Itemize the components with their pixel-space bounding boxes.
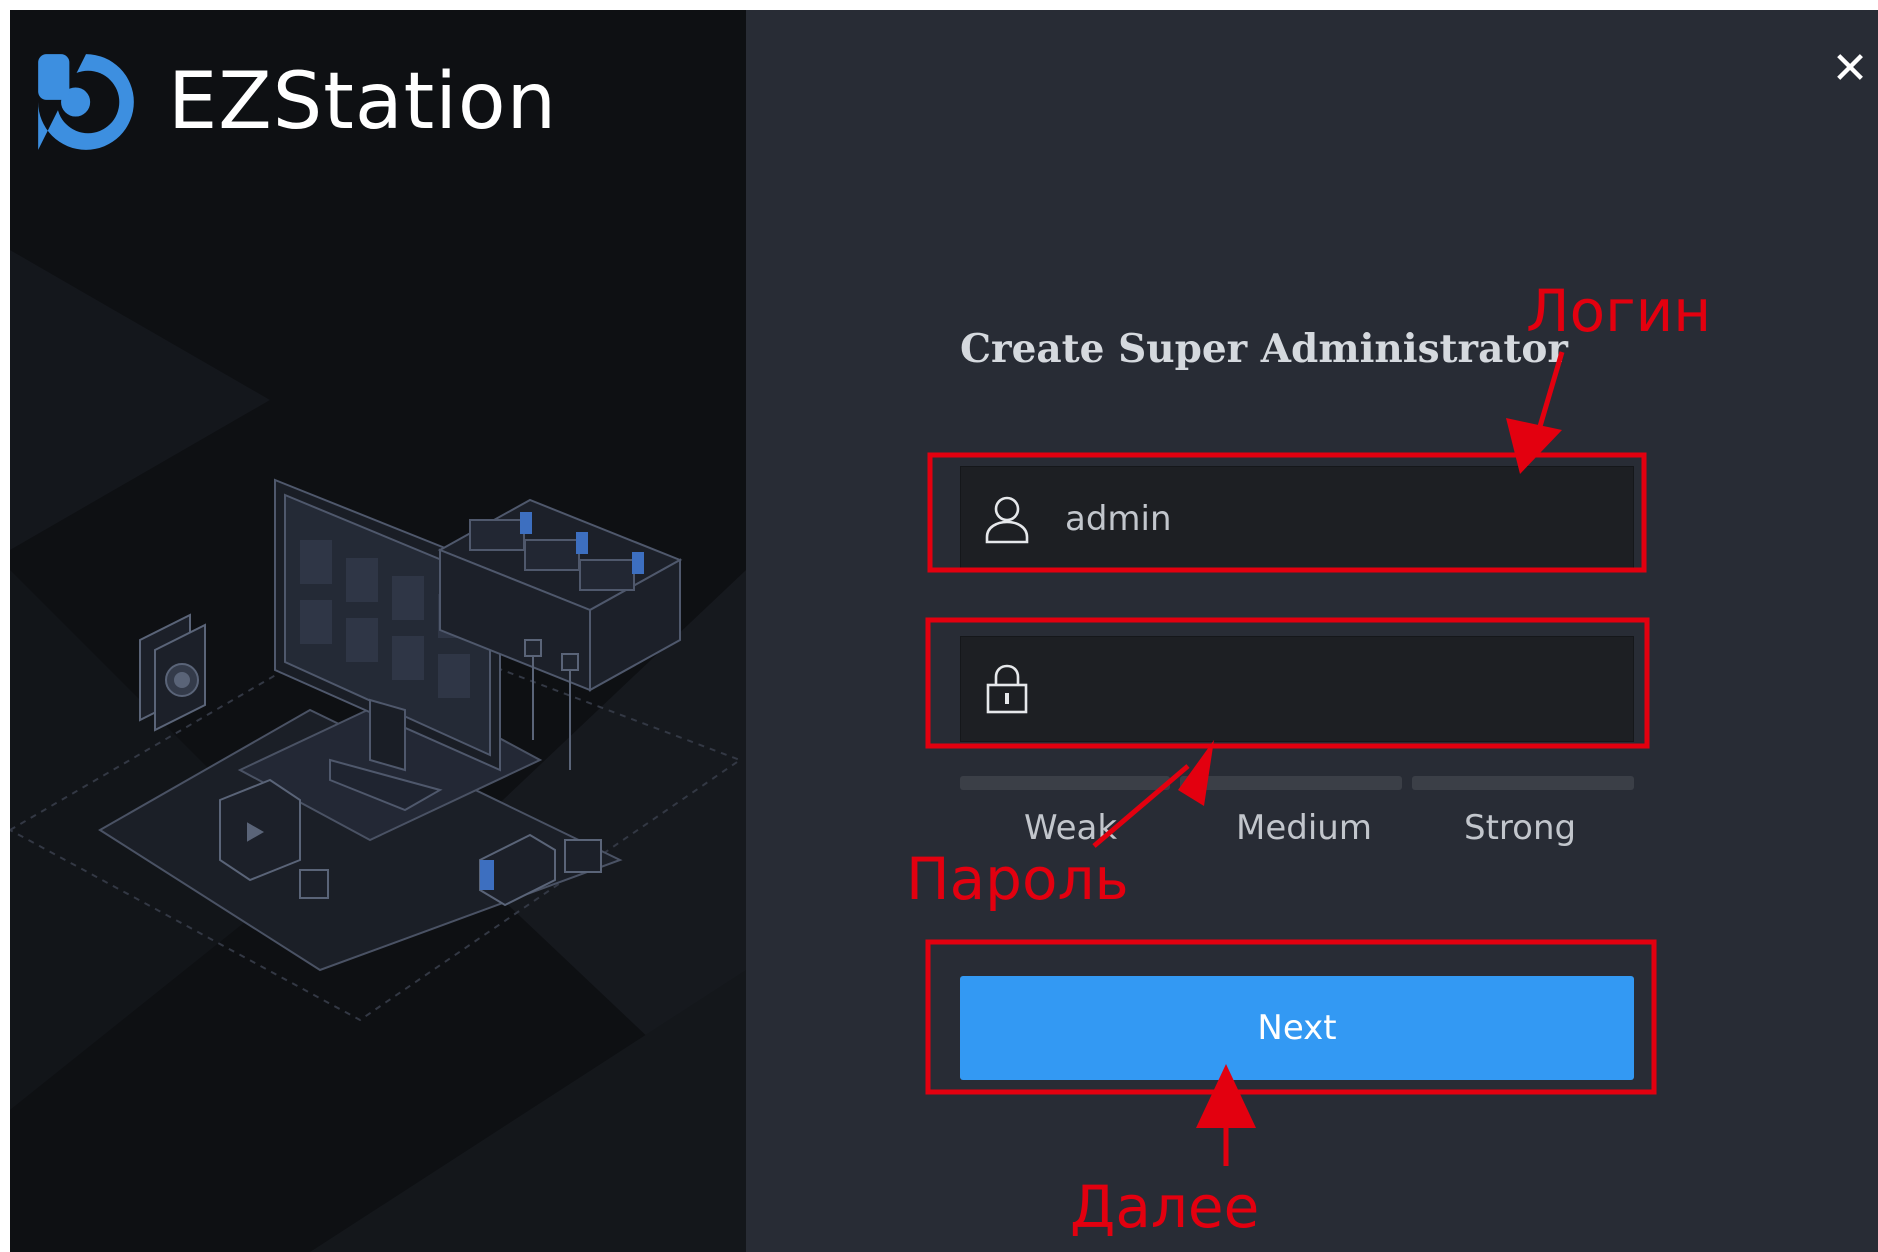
user-icon bbox=[977, 489, 1037, 549]
brand: EZStation bbox=[34, 50, 557, 154]
close-icon: ✕ bbox=[1831, 42, 1869, 94]
welcome-panel: EZStation bbox=[10, 10, 746, 1252]
strength-bar-medium bbox=[1180, 776, 1402, 790]
annotation-password: Пароль bbox=[906, 845, 1129, 913]
lock-icon bbox=[977, 659, 1037, 719]
strength-label-weak: Weak bbox=[1024, 808, 1118, 848]
setup-panel: ✕ Create Super Administrator admin Weak … bbox=[746, 10, 1878, 1252]
close-button[interactable]: ✕ bbox=[1822, 40, 1878, 96]
ezstation-window: EZStation ✕ Create Super Administrator a… bbox=[10, 10, 1878, 1252]
app-name: EZStation bbox=[168, 57, 558, 147]
form-title: Create Super Administrator bbox=[960, 326, 1568, 372]
password-field[interactable] bbox=[960, 636, 1634, 742]
strength-bar-weak bbox=[960, 776, 1170, 790]
password-input[interactable] bbox=[1065, 669, 1585, 709]
strength-bar-strong bbox=[1412, 776, 1634, 790]
annotation-next: Далее bbox=[1070, 1173, 1260, 1241]
username-input[interactable] bbox=[1065, 499, 1585, 539]
annotation-login: Логин bbox=[1526, 277, 1712, 345]
monitoring-illustration bbox=[10, 478, 743, 1022]
password-strength-meter bbox=[960, 776, 1634, 790]
strength-label-medium: Medium bbox=[1236, 808, 1372, 848]
strength-label-strong: Strong bbox=[1464, 808, 1577, 848]
next-button[interactable]: Next bbox=[960, 976, 1634, 1080]
username-field[interactable] bbox=[960, 466, 1634, 572]
ezstation-logo-icon bbox=[38, 54, 134, 150]
